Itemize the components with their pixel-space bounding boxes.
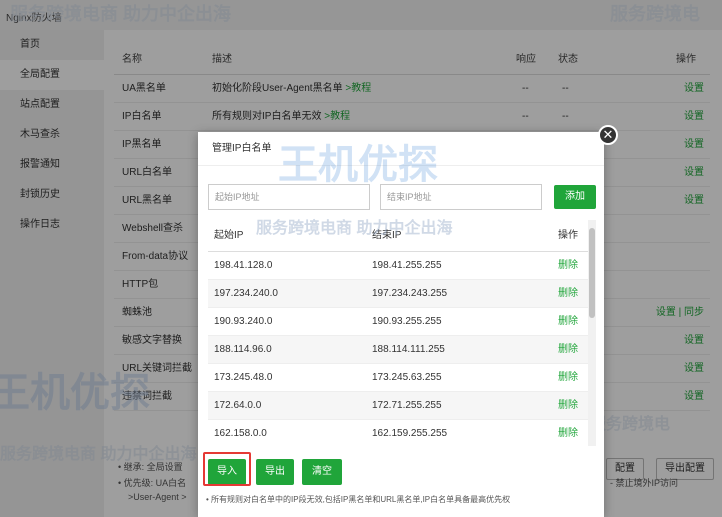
start-ip-input[interactable]: 起始IP地址: [208, 184, 370, 210]
ip-table-row: 198.41.128.0 198.41.255.255 删除: [208, 252, 588, 280]
whitelist-note: • 所有规则对白名单中的IP段无效,包括IP黑名单和URL黑名单,IP白名单具备…: [206, 495, 511, 504]
end-ip: 188.114.111.255: [372, 344, 445, 355]
delete-link[interactable]: 删除: [558, 252, 578, 280]
delete-link[interactable]: 删除: [558, 336, 578, 364]
start-ip: 173.245.48.0: [214, 372, 273, 383]
scrollbar-thumb[interactable]: [589, 228, 595, 318]
import-highlight-box: [203, 452, 251, 486]
start-ip: 188.114.96.0: [214, 344, 272, 355]
end-ip: 197.234.243.255: [372, 288, 448, 299]
end-ip: 190.93.255.255: [372, 316, 442, 327]
start-ip: 197.234.240.0: [214, 288, 278, 299]
delete-link[interactable]: 删除: [558, 308, 578, 336]
end-ip: 173.245.63.255: [372, 372, 442, 383]
ip-table-row: 162.158.0.0 162.159.255.255 删除: [208, 420, 588, 446]
ip-table-row: 188.114.96.0 188.114.111.255 删除: [208, 336, 588, 364]
delete-link[interactable]: 删除: [558, 280, 578, 308]
delete-link[interactable]: 删除: [558, 392, 578, 420]
export-button[interactable]: 导出: [256, 459, 294, 485]
ip-table-row: 172.64.0.0 172.71.255.255 删除: [208, 392, 588, 420]
start-ip: 172.64.0.0: [214, 400, 262, 411]
delete-link[interactable]: 删除: [558, 420, 578, 446]
delete-link[interactable]: 删除: [558, 364, 578, 392]
end-ip: 172.71.255.255: [372, 400, 442, 411]
ip-table-header: 起始IP 结束IP 操作: [208, 220, 588, 252]
start-ip: 162.158.0.0: [214, 428, 267, 439]
start-ip: 190.93.240.0: [214, 316, 273, 327]
clear-button[interactable]: 清空: [302, 459, 342, 485]
ip-table: 起始IP 结束IP 操作 198.41.128.0 198.41.255.255 删…: [208, 220, 596, 446]
ip-table-row: 197.234.240.0 197.234.243.255 删除: [208, 280, 588, 308]
ip-table-row: 190.93.240.0 190.93.255.255 删除: [208, 308, 588, 336]
end-ip: 162.159.255.255: [372, 428, 448, 439]
ip-table-scrollbar[interactable]: [588, 220, 596, 446]
ip-whitelist-dialog: 管理IP白名单 起始IP地址 结束IP地址 添加 起始IP 结束IP 操作 19…: [198, 132, 604, 517]
add-button[interactable]: 添加: [554, 185, 596, 209]
close-icon[interactable]: ✕: [598, 125, 618, 145]
col-ip-action: 操作: [558, 230, 578, 241]
end-ip: 198.41.255.255: [372, 260, 442, 271]
dialog-title: 管理IP白名单: [198, 132, 604, 166]
ip-table-row: 173.245.48.0 173.245.63.255 删除: [208, 364, 588, 392]
col-end-ip: 结束IP: [372, 230, 402, 241]
col-start-ip: 起始IP: [214, 230, 244, 241]
start-ip: 198.41.128.0: [214, 260, 273, 271]
end-ip-input[interactable]: 结束IP地址: [380, 184, 542, 210]
